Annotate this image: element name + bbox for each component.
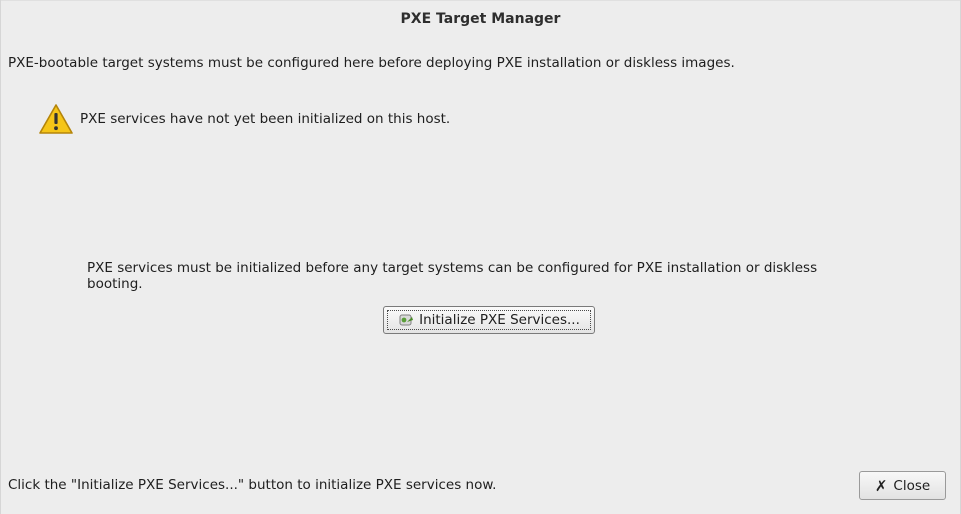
pxe-target-manager-window: PXE Target Manager PXE-bootable target s… — [0, 0, 961, 514]
warning-text: PXE services have not yet been initializ… — [80, 111, 451, 127]
warning-message: PXE services have not yet been initializ… — [38, 103, 450, 135]
status-text: Click the "Initialize PXE Services..." b… — [8, 477, 497, 493]
window-title: PXE Target Manager — [1, 0, 960, 37]
info-text: PXE services must be initialized before … — [87, 260, 818, 292]
warning-icon — [39, 104, 73, 134]
close-icon: ✗ — [874, 476, 888, 495]
intro-text: PXE-bootable target systems must be conf… — [8, 55, 735, 71]
initialize-pxe-services-button[interactable]: Initialize PXE Services... — [383, 306, 595, 334]
close-button-label: Close — [893, 477, 931, 494]
initialize-pxe-services-label: Initialize PXE Services... — [419, 312, 580, 328]
close-button[interactable]: ✗ Close — [859, 471, 946, 500]
service-icon — [399, 314, 414, 326]
